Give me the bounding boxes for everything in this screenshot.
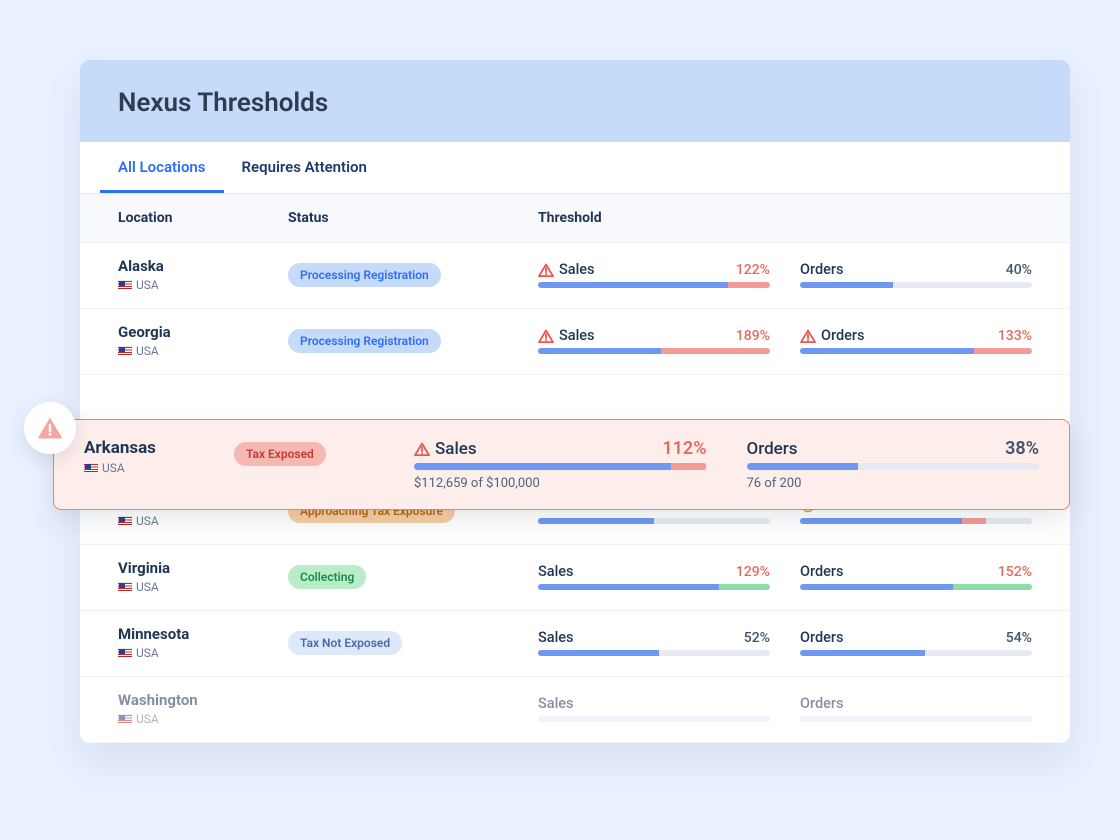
- flag-icon: [118, 280, 132, 289]
- flag-icon: [84, 463, 98, 472]
- sales-meter: Sales: [538, 695, 770, 722]
- table-row[interactable]: Washington USA Sales Orders: [80, 677, 1070, 743]
- flag-icon: [118, 346, 132, 355]
- page-title: Nexus Thresholds: [118, 88, 1032, 118]
- tab-all-locations[interactable]: All Locations: [100, 142, 224, 193]
- orders-meter: Orders: [800, 695, 1032, 722]
- warning-icon: [414, 442, 430, 456]
- location-country: USA: [118, 580, 288, 594]
- orders-meter: Orders 133%: [800, 327, 1032, 354]
- sales-meter: Sales 129%: [538, 563, 770, 590]
- col-status: Status: [288, 210, 538, 226]
- column-headers: Location Status Threshold: [80, 194, 1070, 243]
- location-name: Virginia: [118, 559, 288, 577]
- location-country: USA: [118, 712, 288, 726]
- orders-meter: Orders 152%: [800, 563, 1032, 590]
- orders-pct: 152%: [998, 564, 1032, 580]
- location-country: USA: [84, 461, 234, 475]
- sales-pct: 189%: [736, 328, 770, 344]
- orders-pct: 40%: [1006, 262, 1032, 278]
- table-row[interactable]: Virginia USA Collecting Sales 129% Order…: [80, 545, 1070, 611]
- status-badge: Processing Registration: [288, 329, 441, 353]
- location-country: USA: [118, 278, 288, 292]
- sales-pct: 122%: [736, 262, 770, 278]
- location-name: Georgia: [118, 323, 288, 341]
- warning-icon: [538, 329, 554, 343]
- col-threshold: Threshold: [538, 210, 1032, 226]
- orders-pct: 54%: [1006, 630, 1032, 646]
- orders-meter: Orders 40%: [800, 261, 1032, 288]
- sales-pct: 129%: [736, 564, 770, 580]
- sales-meter: Sales 112% $112,659 of $100,000: [414, 438, 707, 491]
- sales-meter: Sales 122%: [538, 261, 770, 288]
- tab-requires-attention[interactable]: Requires Attention: [224, 142, 385, 193]
- sales-meter: Sales 189%: [538, 327, 770, 354]
- table-row[interactable]: Georgia USA Processing Registration Sale…: [80, 309, 1070, 375]
- card-header: Nexus Thresholds: [80, 60, 1070, 142]
- location-name: Arkansas: [84, 438, 234, 458]
- location-country: USA: [118, 646, 288, 660]
- location-name: Washington: [118, 691, 288, 709]
- flag-icon: [118, 648, 132, 657]
- orders-detail: 76 of 200: [747, 476, 1040, 491]
- flag-icon: [118, 714, 132, 723]
- table-row[interactable]: Minnesota USA Tax Not Exposed Sales 52% …: [80, 611, 1070, 677]
- status-badge: Collecting: [288, 565, 366, 589]
- tabs: All Locations Requires Attention: [80, 142, 1070, 194]
- highlight-row[interactable]: Arkansas USA Tax Exposed Sales 112% $112…: [53, 419, 1070, 510]
- flag-icon: [118, 582, 132, 591]
- col-location: Location: [118, 210, 288, 226]
- sales-meter: Sales 52%: [538, 629, 770, 656]
- sales-pct: 52%: [744, 630, 770, 646]
- nexus-card: Nexus Thresholds All Locations Requires …: [80, 60, 1070, 743]
- sales-pct: 112%: [662, 438, 706, 459]
- status-badge: Processing Registration: [288, 263, 441, 287]
- orders-meter: Orders 54%: [800, 629, 1032, 656]
- location-country: USA: [118, 344, 288, 358]
- location-name: Alaska: [118, 257, 288, 275]
- alert-badge: [24, 402, 76, 454]
- orders-pct: 38%: [1005, 438, 1039, 459]
- location-name: Minnesota: [118, 625, 288, 643]
- flag-icon: [118, 516, 132, 525]
- warning-icon: [538, 263, 554, 277]
- table-row[interactable]: Alaska USA Processing Registration Sales…: [80, 243, 1070, 309]
- orders-pct: 133%: [998, 328, 1032, 344]
- status-badge: Tax Not Exposed: [288, 631, 402, 655]
- location-country: USA: [118, 514, 288, 528]
- status-badge: Tax Exposed: [234, 442, 326, 466]
- orders-meter: Orders 38% 76 of 200: [747, 438, 1040, 491]
- warning-icon: [37, 416, 63, 440]
- sales-detail: $112,659 of $100,000: [414, 476, 707, 491]
- warning-icon: [800, 329, 816, 343]
